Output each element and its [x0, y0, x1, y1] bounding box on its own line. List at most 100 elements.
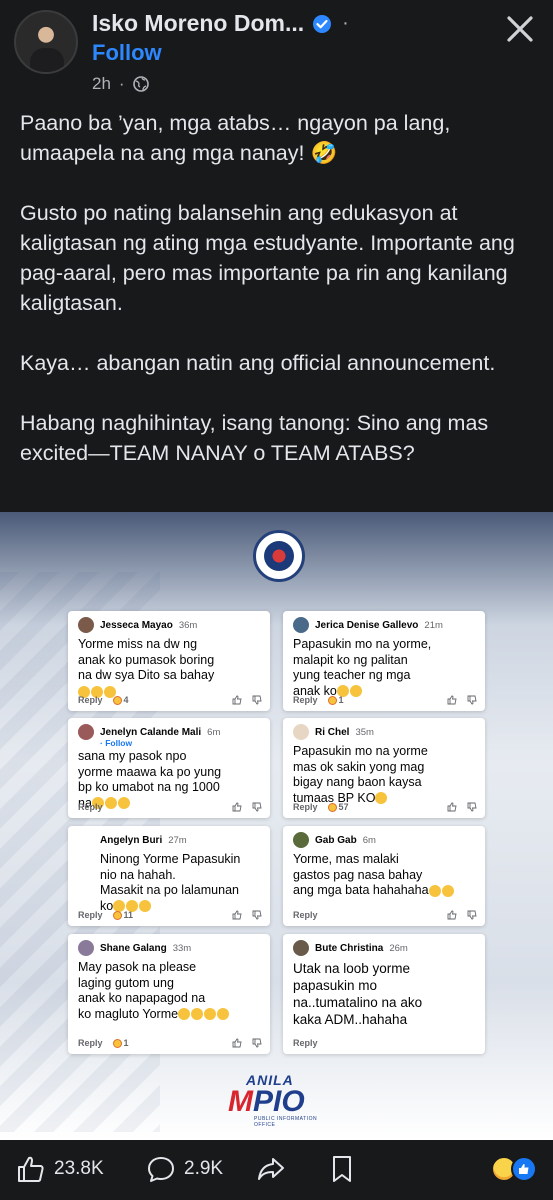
- comment-reply: Reply: [293, 802, 318, 812]
- name-row: Isko Moreno Dom... ·: [92, 10, 349, 37]
- comment-time: 6m: [207, 726, 221, 738]
- comment-reaction-count: 1: [327, 695, 344, 705]
- commenter-follow: · Follow: [100, 738, 133, 748]
- save-icon[interactable]: [327, 1154, 357, 1184]
- comment-dislike-icon: [252, 910, 262, 920]
- comment-footer: Reply: [293, 1038, 477, 1048]
- comment-footer: Reply 57: [293, 802, 477, 812]
- comment-dislike-icon: [467, 802, 477, 812]
- comment-text: Yorme, mas malaki gastos pag nasa bahay …: [293, 852, 477, 899]
- comment-card: Bute Christina 26m Utak na loob yorme pa…: [283, 934, 485, 1054]
- laughing-emoji-icon: [191, 1008, 204, 1021]
- comment-reply: Reply: [293, 910, 318, 920]
- comment-dislike-icon: [467, 695, 477, 705]
- commenter-avatar: [78, 832, 94, 848]
- comment-card: Angelyn Buri 27m Ninong Yorme Papasukin …: [68, 826, 270, 926]
- comment-card: Jenelyn Calande Mali 6m · Follow sana my…: [68, 718, 270, 818]
- laughing-emoji-icon: [178, 1008, 191, 1021]
- comment-dislike-icon: [252, 695, 262, 705]
- like-button[interactable]: 23.8K: [16, 1154, 104, 1184]
- comment-footer: Reply 1: [78, 1038, 262, 1048]
- post-header: Isko Moreno Dom... · Follow 2h ·: [0, 0, 553, 100]
- commenter-avatar: [293, 940, 309, 956]
- commenter-avatar: [78, 940, 94, 956]
- action-bar: 23.8K 2.9K: [0, 1140, 553, 1200]
- commenter-name: Angelyn Buri: [100, 834, 163, 846]
- verified-icon: [313, 14, 332, 33]
- separator-dot: ·: [342, 12, 349, 34]
- comment-card: Ri Chel 35m Papasukin mo na yorme mas ok…: [283, 718, 485, 818]
- comment-reply: Reply: [293, 695, 318, 705]
- comment-time: 36m: [178, 619, 198, 631]
- commenter-avatar: [78, 724, 94, 740]
- comment-like-icon: [232, 695, 242, 705]
- commenter-name: Jenelyn Calande Mali: [100, 726, 202, 738]
- comment-reply: Reply: [78, 910, 103, 920]
- comment-time: 21m: [424, 619, 443, 631]
- comment-dislike-icon: [467, 910, 477, 920]
- laughing-emoji-icon: [441, 884, 454, 897]
- meta-separator: ·: [118, 74, 125, 93]
- comment-footer: Reply: [78, 802, 262, 812]
- comment-time: 33m: [172, 942, 192, 954]
- comment-text: Papasukin mo na yorme mas ok sakin yong …: [293, 744, 428, 805]
- commenter-name: Jerica Denise Gallevo: [315, 619, 419, 631]
- like-reaction-icon: [511, 1156, 537, 1182]
- manila-pio-logo: ANILA MPIO PUBLIC INFORMATION OFFICE: [228, 1072, 318, 1128]
- comment-like-icon: [232, 802, 242, 812]
- commenter-avatar: [293, 724, 309, 740]
- commenter-name: Shane Galang: [100, 942, 167, 954]
- comment-footer: Reply 4: [78, 695, 262, 705]
- comment-card: Jerica Denise Gallevo 21m Papasukin mo n…: [283, 611, 485, 711]
- commenter-avatar: [293, 617, 309, 633]
- comment-dislike-icon: [252, 1038, 262, 1048]
- comment-like-icon: [232, 1038, 242, 1048]
- comment-like-icon: [447, 910, 457, 920]
- like-count: 23.8K: [54, 1158, 104, 1179]
- comment-dislike-icon: [252, 802, 262, 812]
- post-meta: 2h ·: [92, 74, 149, 94]
- laughing-emoji-icon: [204, 1008, 217, 1021]
- laughing-emoji-icon: [428, 884, 441, 897]
- comment-icon: [148, 1157, 174, 1182]
- comment-time: 6m: [362, 834, 376, 846]
- comment-like-icon: [447, 802, 457, 812]
- comment-text: Yorme miss na dw ng anak ko pumasok bori…: [78, 637, 215, 682]
- comment-reaction-count: 11: [112, 910, 133, 920]
- follow-button[interactable]: Follow: [92, 40, 162, 66]
- comment-footer: Reply 1: [293, 695, 477, 705]
- post-paragraph: Gusto po nating balansehin ang edukasyon…: [20, 201, 515, 315]
- comment-reply: Reply: [293, 1038, 318, 1048]
- comment-card: Shane Galang 33m May pasok na please lag…: [68, 934, 270, 1054]
- comment-count: 2.9K: [184, 1158, 224, 1179]
- comment-reaction-count: 1: [112, 1038, 129, 1048]
- share-icon[interactable]: [256, 1154, 286, 1184]
- commenter-avatar: [78, 617, 94, 633]
- profile-avatar[interactable]: [14, 10, 78, 74]
- comment-time: 35m: [355, 726, 374, 738]
- post-paragraph: Habang naghihintay, isang tanong: Sino a…: [20, 411, 489, 465]
- comment-time: 27m: [168, 834, 187, 846]
- post-paragraph: Kaya… abangan natin ang official announc…: [20, 351, 496, 375]
- comment-reply: Reply: [78, 695, 103, 705]
- comment-text: Ninong Yorme Papasukin nio na hahah. Mas…: [100, 852, 241, 913]
- post-body: Paano ba ’yan, mga atabs… ngayon pa lang…: [20, 108, 540, 468]
- commenter-name: Jesseca Mayao: [100, 619, 173, 631]
- commenter-name: Ri Chel: [315, 726, 350, 738]
- post-paragraph: Paano ba ’yan, mga atabs… ngayon pa lang…: [20, 111, 451, 165]
- comment-footer: Reply: [293, 910, 477, 920]
- page-name[interactable]: Isko Moreno Dom...: [92, 10, 304, 37]
- close-icon[interactable]: [503, 12, 537, 46]
- post-image[interactable]: Jesseca Mayao 36m Yorme miss na dw ng an…: [0, 512, 553, 1140]
- comment-card: Jesseca Mayao 36m Yorme miss na dw ng an…: [68, 611, 270, 711]
- globe-icon: [132, 76, 149, 92]
- like-icon: [18, 1156, 44, 1182]
- commenter-name: Bute Christina: [315, 942, 384, 954]
- reaction-summary[interactable]: [491, 1156, 537, 1182]
- laughing-emoji-icon: [217, 1008, 230, 1021]
- comment-text: Utak na loob yorme papasukin mo na..tuma…: [293, 961, 423, 1027]
- comment-text: May pasok na please laging gutom ung ana…: [78, 960, 262, 1022]
- comment-button[interactable]: 2.9K: [146, 1154, 223, 1184]
- comment-reaction-count: 57: [327, 802, 349, 812]
- post-time[interactable]: 2h: [92, 74, 111, 94]
